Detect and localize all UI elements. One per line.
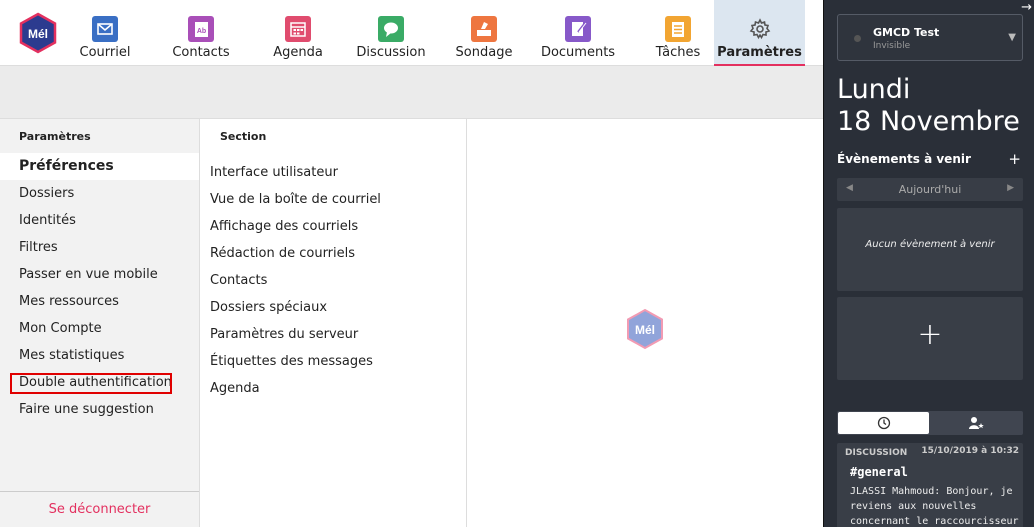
day-nav-label[interactable]: Aujourd'hui	[837, 183, 1023, 196]
section-item[interactable]: Dossiers spéciaux	[210, 294, 327, 321]
panel-tabs	[837, 411, 1023, 435]
nav-documents[interactable]: Documents	[540, 0, 616, 66]
events-title: Évènements à venir	[837, 152, 971, 166]
day-date: 18 Novembre	[837, 106, 1020, 137]
calendar-icon	[285, 16, 311, 42]
add-event-icon[interactable]: +	[1008, 150, 1021, 168]
settings-item-filtres[interactable]: Filtres	[0, 234, 199, 261]
settings-item-statistiques[interactable]: Mes statistiques	[0, 342, 199, 369]
settings-sidebar: Paramètres Préférences Dossiers Identité…	[0, 119, 200, 527]
toolbar-band	[0, 66, 823, 119]
nav-courriel[interactable]: Courriel	[72, 0, 138, 66]
svg-text:Ab: Ab	[197, 28, 206, 35]
nav-label: Courriel	[79, 45, 131, 60]
nav-label: Agenda	[273, 45, 323, 60]
chat-icon	[378, 16, 404, 42]
tasks-icon	[665, 16, 691, 42]
notification-category: DISCUSSION	[845, 448, 908, 458]
user-name: GMCD Test	[873, 26, 940, 39]
section-item[interactable]: Affichage des courriels	[210, 213, 358, 240]
nav-label: Sondage	[455, 45, 513, 60]
highlight-box	[10, 373, 172, 394]
events-box: Aucun évènement à venir	[837, 208, 1023, 291]
mail-icon	[92, 16, 118, 42]
tab-recent[interactable]	[838, 412, 929, 434]
gear-icon	[747, 16, 773, 42]
section-item[interactable]: Interface utilisateur	[210, 159, 338, 186]
day-navigator: ◀ Aujourd'hui ▶	[837, 178, 1023, 201]
settings-item-ressources[interactable]: Mes ressources	[0, 288, 199, 315]
contacts-icon: Ab	[188, 16, 214, 42]
notification-title: #general	[850, 465, 908, 479]
logo-text: Mél	[28, 27, 48, 41]
mel-watermark-logo: Mél	[625, 308, 665, 350]
next-day-icon[interactable]: ▶	[1007, 183, 1014, 193]
settings-item-mobile[interactable]: Passer en vue mobile	[0, 261, 199, 288]
exit-arrow-icon[interactable]: →	[1021, 0, 1032, 15]
poll-icon	[471, 16, 497, 42]
nav-parametres[interactable]: Paramètres	[714, 0, 805, 66]
nav-sondage[interactable]: Sondage	[451, 0, 517, 66]
section-list: Section Interface utilisateur Vue de la …	[200, 119, 467, 527]
documents-icon	[565, 16, 591, 42]
settings-item-preferences[interactable]: Préférences	[0, 153, 199, 180]
section-item[interactable]: Vue de la boîte de courriel	[210, 186, 381, 213]
nav-agenda[interactable]: Agenda	[266, 0, 330, 66]
right-panel: → GMCD Test Invisible ▼ Lundi 18 Novembr…	[823, 0, 1034, 527]
plus-icon: +	[917, 317, 943, 352]
user-star-icon	[969, 417, 984, 429]
section-item[interactable]: Agenda	[210, 375, 260, 402]
clock-icon	[877, 416, 890, 430]
nav-discussion[interactable]: Discussion	[352, 0, 430, 66]
notification-card[interactable]: DISCUSSION 15/10/2019 à 10:32 #general J…	[837, 443, 1023, 527]
section-item[interactable]: Paramètres du serveur	[210, 321, 358, 348]
nav-taches[interactable]: Tâches	[650, 0, 706, 66]
nav-label: Tâches	[655, 45, 701, 60]
nav-contacts[interactable]: Ab Contacts	[164, 0, 238, 66]
no-event-text: Aucun évènement à venir	[865, 239, 995, 250]
settings-item-compte[interactable]: Mon Compte	[0, 315, 199, 342]
nav-label: Documents	[540, 45, 616, 60]
top-navigation: Mél Courriel Ab Contacts Agenda Discussi…	[0, 0, 823, 66]
tab-contacts[interactable]	[930, 412, 1022, 434]
day-name: Lundi	[837, 74, 911, 105]
settings-item-dossiers[interactable]: Dossiers	[0, 180, 199, 207]
add-widget-button[interactable]: +	[837, 297, 1023, 380]
logo-text: Mél	[635, 323, 655, 337]
notification-body: JLASSI Mahmoud: Bonjour, je reviens aux …	[850, 486, 1019, 527]
section-item[interactable]: Contacts	[210, 267, 267, 294]
settings-item-identites[interactable]: Identités	[0, 207, 199, 234]
mel-logo[interactable]: Mél	[18, 12, 58, 54]
section-item[interactable]: Rédaction de courriels	[210, 240, 355, 267]
section-item[interactable]: Étiquettes des messages	[210, 348, 373, 375]
chevron-down-icon: ▼	[1008, 32, 1016, 43]
nav-label: Paramètres	[717, 45, 802, 60]
settings-title: Paramètres	[19, 130, 91, 143]
logout-link[interactable]: Se déconnecter	[0, 491, 199, 527]
main-content: Mél	[467, 119, 823, 527]
nav-label: Discussion	[356, 45, 426, 60]
user-status: Invisible	[873, 41, 911, 51]
user-status-selector[interactable]: GMCD Test Invisible ▼	[837, 14, 1023, 61]
notification-time: 15/10/2019 à 10:32	[921, 446, 1019, 456]
section-title: Section	[220, 130, 267, 143]
status-dot	[854, 35, 861, 42]
settings-item-suggestion[interactable]: Faire une suggestion	[0, 396, 199, 423]
nav-label: Contacts	[172, 45, 230, 60]
